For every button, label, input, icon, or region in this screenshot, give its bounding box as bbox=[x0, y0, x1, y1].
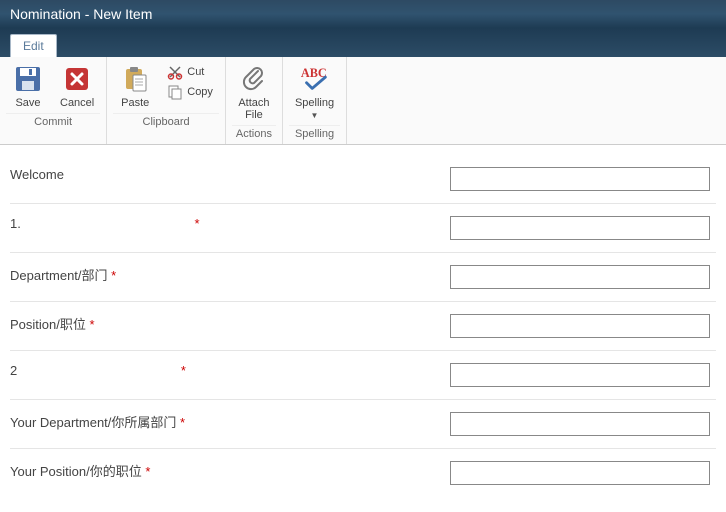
field-label-1: 1. * bbox=[10, 216, 450, 231]
form-row: Welcome bbox=[10, 155, 716, 204]
paste-icon bbox=[119, 63, 151, 95]
field-input-1[interactable] bbox=[450, 216, 710, 240]
field-label-your-department: Your Department/你所属部门 * bbox=[10, 412, 450, 431]
window-title: Nomination - New Item bbox=[10, 6, 152, 22]
copy-button[interactable]: Copy bbox=[163, 83, 217, 101]
field-input-2[interactable] bbox=[450, 363, 710, 387]
tab-edit[interactable]: Edit bbox=[10, 34, 57, 57]
field-label-welcome: Welcome bbox=[10, 167, 450, 182]
cut-button[interactable]: Cut bbox=[163, 63, 208, 81]
window-titlebar: Nomination - New Item bbox=[0, 0, 726, 28]
ribbon-group-spelling: ABC Spelling▼ Spelling bbox=[283, 57, 347, 144]
attach-label: Attach File bbox=[238, 97, 269, 121]
field-input-your-position[interactable] bbox=[450, 461, 710, 485]
save-button[interactable]: Save bbox=[6, 61, 50, 111]
attach-file-button[interactable]: Attach File bbox=[232, 61, 276, 123]
cancel-label: Cancel bbox=[60, 97, 94, 109]
ribbon-group-actions: Attach File Actions bbox=[226, 57, 283, 144]
form-row: Department/部门 * bbox=[10, 253, 716, 302]
tab-edit-label: Edit bbox=[23, 39, 44, 53]
ribbon-group-clipboard: Paste Cut Copy Clipboard bbox=[107, 57, 226, 144]
ribbon: Save Cancel Commit Paste bbox=[0, 57, 726, 145]
paste-button[interactable]: Paste bbox=[113, 61, 157, 111]
save-icon bbox=[12, 63, 44, 95]
form-row: Your Position/你的职位 * bbox=[10, 449, 716, 497]
form-row: 2 * bbox=[10, 351, 716, 400]
field-label-department: Department/部门 * bbox=[10, 265, 450, 284]
spelling-button[interactable]: ABC Spelling▼ bbox=[289, 61, 340, 123]
save-label: Save bbox=[15, 97, 40, 109]
group-clipboard-label: Clipboard bbox=[113, 113, 219, 130]
field-label-2: 2 * bbox=[10, 363, 450, 378]
cancel-icon bbox=[61, 63, 93, 95]
spelling-label: Spelling▼ bbox=[295, 97, 334, 121]
dropdown-arrow-icon: ▼ bbox=[311, 111, 319, 120]
cut-icon bbox=[167, 64, 183, 80]
paste-label: Paste bbox=[121, 97, 149, 109]
cut-label: Cut bbox=[187, 66, 204, 78]
form-row: Position/职位 * bbox=[10, 302, 716, 351]
group-spelling-label: Spelling bbox=[289, 125, 340, 142]
field-label-position: Position/职位 * bbox=[10, 314, 450, 333]
form-row: Your Department/你所属部门 * bbox=[10, 400, 716, 449]
spelling-icon: ABC bbox=[299, 63, 331, 95]
cancel-button[interactable]: Cancel bbox=[54, 61, 100, 111]
ribbon-group-commit: Save Cancel Commit bbox=[0, 57, 107, 144]
copy-label: Copy bbox=[187, 86, 213, 98]
ribbon-tabstrip: Edit bbox=[0, 28, 726, 57]
group-actions-label: Actions bbox=[232, 125, 276, 142]
form-row: 1. * bbox=[10, 204, 716, 253]
group-commit-label: Commit bbox=[6, 113, 100, 130]
field-input-your-department[interactable] bbox=[450, 412, 710, 436]
copy-icon bbox=[167, 84, 183, 100]
field-label-your-position: Your Position/你的职位 * bbox=[10, 461, 450, 480]
form-area: Welcome 1. * Department/部门 * Position/职位… bbox=[0, 145, 726, 507]
field-input-department[interactable] bbox=[450, 265, 710, 289]
attach-icon bbox=[238, 63, 270, 95]
field-input-welcome[interactable] bbox=[450, 167, 710, 191]
field-input-position[interactable] bbox=[450, 314, 710, 338]
